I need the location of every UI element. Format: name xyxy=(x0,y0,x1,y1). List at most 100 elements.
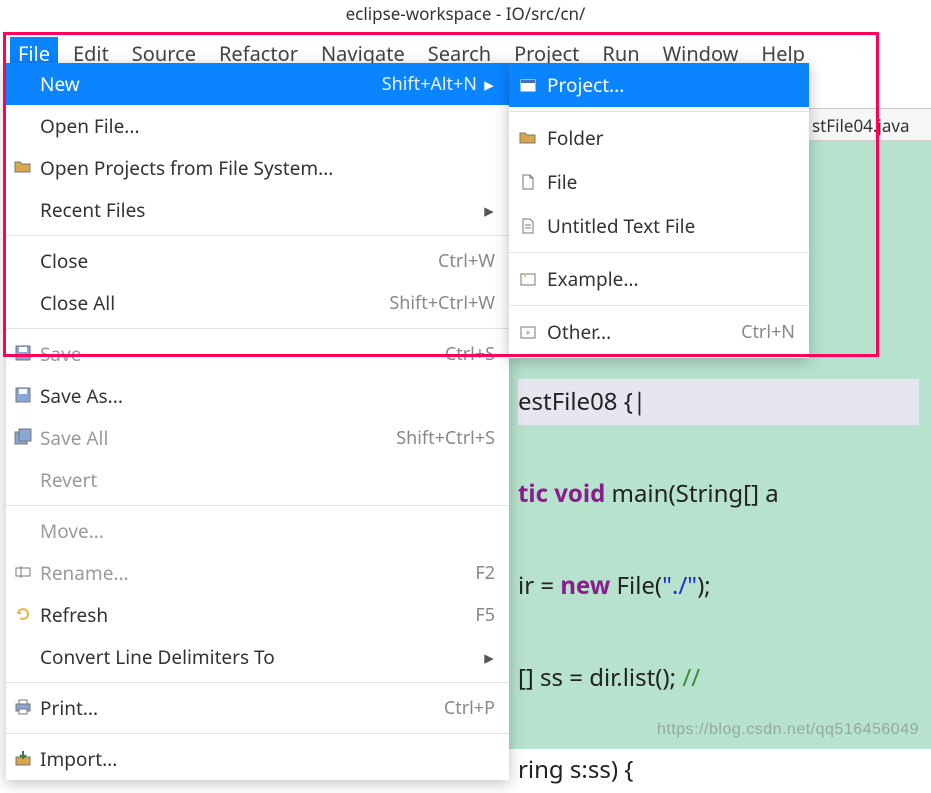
blank-icon xyxy=(14,293,34,313)
menu-item-shortcut: F2 xyxy=(475,561,495,585)
menu-item-label: Move... xyxy=(40,518,495,544)
svg-text:+: + xyxy=(525,326,530,339)
menu-item-label: Save All xyxy=(40,425,396,451)
text-icon xyxy=(519,217,537,235)
blank-icon xyxy=(14,470,34,490)
title-bar: eclipse-workspace - IO/src/cn/ xyxy=(0,0,931,28)
menu-item-label: Print... xyxy=(40,695,444,721)
code-line xyxy=(518,431,524,464)
file-menu-item-import[interactable]: Import... xyxy=(6,738,509,780)
menu-item-label: Close xyxy=(40,248,438,274)
editor-tab[interactable]: stFile04.java xyxy=(812,114,910,137)
code-line: [] ss = dir.list(); // xyxy=(518,661,706,694)
file-menu-item-print[interactable]: Print...Ctrl+P xyxy=(6,687,509,729)
code-line: ring s:ss) { xyxy=(518,753,633,786)
menu-item-label: Open Projects from File System... xyxy=(40,155,495,181)
blank-icon xyxy=(14,647,34,667)
menu-item-shortcut: Ctrl+W xyxy=(438,249,495,273)
menu-item-shortcut: Ctrl+S xyxy=(445,342,495,366)
code-line-current: estFile08 {| xyxy=(518,379,919,425)
menu-separator xyxy=(6,505,509,506)
code-line: tic void main(String[] a xyxy=(518,477,779,510)
file-menu-item-refresh[interactable]: RefreshF5 xyxy=(6,594,509,636)
menu-item-shortcut: Shift+Ctrl+S xyxy=(396,426,495,450)
menu-separator xyxy=(6,235,509,236)
file-menu-item-recent-files[interactable]: Recent Files▸ xyxy=(6,189,509,231)
menu-separator xyxy=(509,252,809,253)
other-icon: + xyxy=(519,323,537,341)
menu-item-shortcut: F5 xyxy=(475,603,495,627)
example-icon xyxy=(519,270,537,288)
import-icon xyxy=(14,749,34,769)
file-menu-item-open-projects-from-file-system[interactable]: Open Projects from File System... xyxy=(6,147,509,189)
menu-item-label: Rename... xyxy=(40,560,475,586)
blank-icon xyxy=(14,200,34,220)
menu-item-label: Import... xyxy=(40,746,495,772)
folder-icon xyxy=(14,158,34,178)
file-menu-item-save-all: Save AllShift+Ctrl+S xyxy=(6,417,509,459)
disk-icon xyxy=(14,386,34,406)
file-menu-item-close[interactable]: CloseCtrl+W xyxy=(6,240,509,282)
new-menu-item-other[interactable]: +Other...Ctrl+N xyxy=(509,310,809,354)
menu-item-label: Convert Line Delimiters To xyxy=(40,644,477,670)
disk-icon xyxy=(14,344,34,364)
file-menu-item-new[interactable]: NewShift+Alt+N▸ xyxy=(6,63,509,105)
file-menu-item-save-as[interactable]: Save As... xyxy=(6,375,509,417)
file-menu-item-revert: Revert xyxy=(6,459,509,501)
menu-item-label: Project... xyxy=(547,72,795,98)
new-submenu: Project... Folder File Untitled Text File Ex… xyxy=(509,63,809,358)
file-menu-item-convert-line-delimiters-to[interactable]: Convert Line Delimiters To▸ xyxy=(6,636,509,678)
rename-icon xyxy=(14,563,34,583)
submenu-arrow-icon: ▸ xyxy=(483,197,495,223)
project-icon xyxy=(519,76,537,94)
menu-item-label: New xyxy=(40,71,382,97)
file-menu-item-move: Move... xyxy=(6,510,509,552)
menu-item-label: Save xyxy=(40,341,445,367)
menu-item-label: Example... xyxy=(547,266,795,292)
menu-item-shortcut: Shift+Alt+N xyxy=(382,72,477,96)
submenu-arrow-icon: ▸ xyxy=(483,71,495,97)
menu-separator xyxy=(6,682,509,683)
file-icon xyxy=(519,173,537,191)
disks-icon xyxy=(14,428,34,448)
watermark: https://blog.csdn.net/qq516456049 xyxy=(657,721,919,739)
menu-item-label: Save As... xyxy=(40,383,495,409)
submenu-arrow-icon: ▸ xyxy=(483,644,495,670)
code-line xyxy=(518,523,524,556)
file-menu: NewShift+Alt+N▸Open File...Open Projects… xyxy=(6,63,509,780)
menu-item-label: Open File... xyxy=(40,113,495,139)
folder-icon xyxy=(519,129,537,147)
menu-separator xyxy=(509,305,809,306)
menu-item-label: Recent Files xyxy=(40,197,477,223)
blank-icon xyxy=(14,74,34,94)
menu-item-label: File xyxy=(547,169,795,195)
new-menu-item-untitled-text-file[interactable]: Untitled Text File xyxy=(509,204,809,248)
new-menu-item-example[interactable]: Example... xyxy=(509,257,809,301)
new-menu-item-project[interactable]: Project... xyxy=(509,63,809,107)
menu-item-label: Untitled Text File xyxy=(547,213,795,239)
menu-separator xyxy=(6,328,509,329)
menu-item-label: Close All xyxy=(40,290,389,316)
file-menu-item-close-all[interactable]: Close AllShift+Ctrl+W xyxy=(6,282,509,324)
window-title: eclipse-workspace - IO/src/cn/ xyxy=(346,2,586,25)
menu-item-shortcut: Ctrl+N xyxy=(741,320,795,344)
menu-separator xyxy=(6,733,509,734)
blank-icon xyxy=(14,521,34,541)
code-line xyxy=(518,615,524,648)
code-line xyxy=(518,707,524,740)
file-menu-item-rename: Rename...F2 xyxy=(6,552,509,594)
editor-tab-strip: stFile04.java xyxy=(807,108,931,141)
menu-item-shortcut: Ctrl+P xyxy=(444,696,495,720)
menu-item-label: Refresh xyxy=(40,602,475,628)
print-icon xyxy=(14,698,34,718)
menu-item-shortcut: Shift+Ctrl+W xyxy=(389,291,495,315)
code-line: ir = new File("./"); xyxy=(518,569,711,602)
blank-icon xyxy=(14,116,34,136)
menu-separator xyxy=(509,111,809,112)
new-menu-item-folder[interactable]: Folder xyxy=(509,116,809,160)
blank-icon xyxy=(14,251,34,271)
file-menu-item-save: SaveCtrl+S xyxy=(6,333,509,375)
menu-item-label: Revert xyxy=(40,467,495,493)
file-menu-item-open-file[interactable]: Open File... xyxy=(6,105,509,147)
new-menu-item-file[interactable]: File xyxy=(509,160,809,204)
